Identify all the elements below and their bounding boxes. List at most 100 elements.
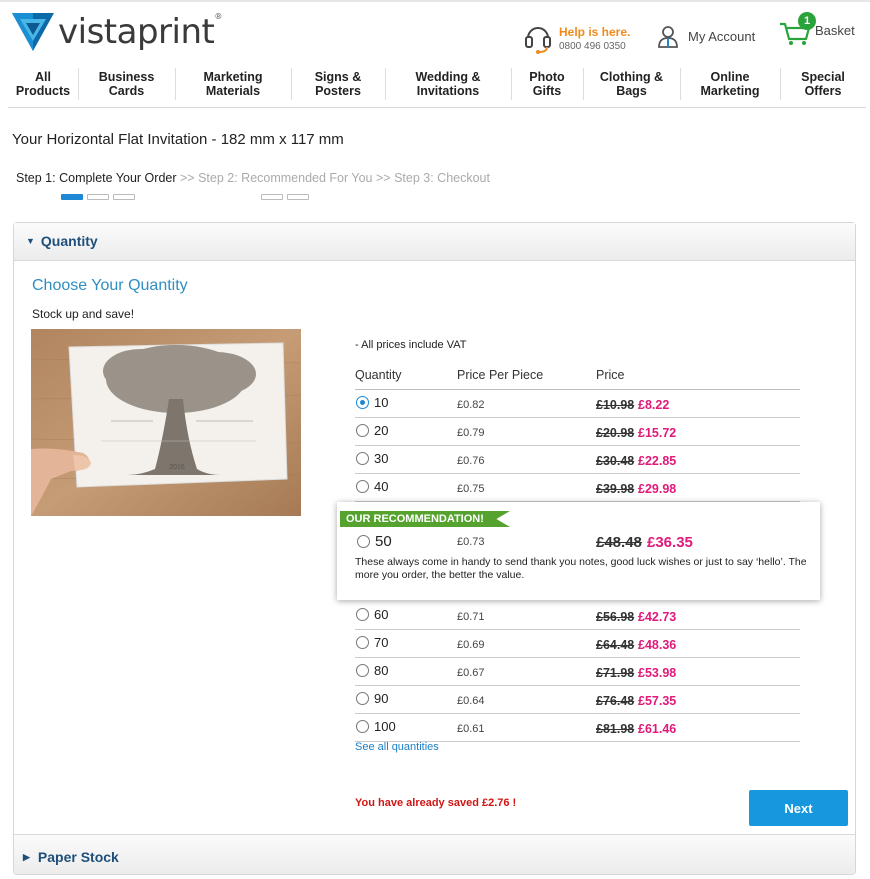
basket-count-badge: 1	[798, 12, 816, 30]
row-qty: 40	[374, 479, 389, 494]
quantity-row-70[interactable]: 70 £0.69 £64.48 £48.36	[355, 630, 800, 658]
help-phone: 0800 496 0350	[559, 40, 626, 52]
recommendation-tag: OUR RECOMMENDATION!	[340, 511, 510, 527]
progress-segment	[61, 194, 83, 200]
nav-item-online-marketing[interactable]: Online Marketing	[680, 66, 780, 102]
quantity-radio[interactable]	[356, 452, 369, 465]
row-qty: 20	[374, 423, 389, 438]
nav-item-wedding-invitations[interactable]: Wedding & Invitations	[385, 66, 511, 102]
recommendation-box[interactable]: OUR RECOMMENDATION! 50 £0.73 £48.48 £36.…	[337, 502, 820, 600]
progress-segment	[87, 194, 109, 200]
step-separator: >>	[376, 171, 391, 185]
row-old-price: £76.48	[596, 694, 635, 708]
step-2-label: Step 2: Recommended For You	[198, 171, 373, 185]
quantity-radio[interactable]	[357, 535, 370, 548]
row-price-per-piece: £0.82	[457, 399, 485, 411]
my-account-link[interactable]: My Account	[656, 24, 755, 48]
recommendation-old-price: £48.48	[596, 534, 642, 551]
quantity-row-30[interactable]: 30 £0.76 £30.48 £22.85	[355, 446, 800, 474]
next-button[interactable]: Next	[749, 790, 848, 826]
row-old-price: £71.98	[596, 666, 635, 680]
step-1-label: Step 1: Complete Your Order	[16, 171, 177, 185]
row-old-price: £64.48	[596, 638, 635, 652]
quantity-radio[interactable]	[356, 424, 369, 437]
row-new-price: £8.22	[638, 398, 670, 412]
quantity-row-40[interactable]: 40 £0.75 £39.98 £29.98	[355, 474, 800, 502]
quantity-radio-selected[interactable]	[356, 396, 369, 409]
step-1-progress	[61, 194, 135, 200]
price-table-header: Quantity Price Per Piece Price	[355, 366, 800, 390]
quantity-radio[interactable]	[356, 720, 369, 733]
help-title: Help is here.	[559, 24, 631, 39]
row-qty: 100	[374, 719, 396, 734]
progress-segment	[113, 194, 135, 200]
card-year-text: 2016	[169, 464, 185, 471]
paper-stock-section-title: Paper Stock	[37, 849, 119, 865]
row-qty: 30	[374, 451, 389, 466]
row-price-per-piece: £0.67	[457, 667, 485, 679]
row-old-price: £39.98	[596, 482, 635, 496]
quantity-radio[interactable]	[356, 636, 369, 649]
quantity-radio[interactable]	[356, 664, 369, 677]
row-new-price: £29.98	[638, 482, 677, 496]
quantity-radio[interactable]	[356, 608, 369, 621]
quantity-row-90[interactable]: 90 £0.64 £76.48 £57.35	[355, 686, 800, 714]
row-qty: 80	[374, 663, 389, 678]
row-price-per-piece: £0.64	[457, 695, 485, 707]
row-price-per-piece: £0.61	[457, 723, 485, 735]
step-2-progress	[261, 194, 309, 200]
header-price-per-piece: Price Per Piece	[457, 368, 544, 382]
step-3-label: Step 3: Checkout	[394, 171, 490, 185]
nav-item-signs-posters[interactable]: Signs & Posters	[291, 66, 385, 102]
vistaprint-logo[interactable]: vistaprint®	[12, 12, 222, 52]
quantity-radio[interactable]	[356, 692, 369, 705]
nav-item-business-cards[interactable]: Business Cards	[78, 66, 175, 102]
basket-link[interactable]: 1 Basket	[778, 12, 855, 46]
choose-quantity-title: Choose Your Quantity	[32, 277, 188, 294]
recommendation-description: These always come in handy to send thank…	[355, 556, 807, 581]
quantity-row-100[interactable]: 100 £0.61 £81.98 £61.46	[355, 714, 800, 742]
row-qty: 70	[374, 635, 389, 650]
quantity-section-title: Quantity	[40, 233, 98, 249]
quantity-row-80[interactable]: 80 £0.67 £71.98 £53.98	[355, 658, 800, 686]
stock-up-text: Stock up and save!	[32, 307, 135, 321]
nav-item-all-products[interactable]: All Products	[8, 66, 78, 102]
row-old-price: £56.98	[596, 610, 635, 624]
recommendation-qty: 50	[375, 533, 392, 550]
row-old-price: £10.98	[596, 398, 635, 412]
recommendation-new-price: £36.35	[647, 534, 693, 551]
my-account-label: My Account	[688, 28, 756, 44]
progress-segment	[261, 194, 283, 200]
row-qty: 60	[374, 607, 389, 622]
row-price-per-piece: £0.71	[457, 611, 485, 623]
help-section[interactable]: Help is here. 0800 496 0350	[524, 22, 630, 54]
page: vistaprint® Help is here. 0800 496 0350 …	[0, 0, 870, 879]
row-price-per-piece: £0.76	[457, 455, 485, 467]
nav-item-special-offers[interactable]: Special Offers	[780, 66, 866, 102]
see-all-quantities-link[interactable]: See all quantities	[355, 741, 439, 753]
quantity-radio[interactable]	[356, 480, 369, 493]
row-new-price: £42.73	[638, 610, 677, 624]
header-price: Price	[596, 368, 625, 382]
logo-text: vistaprint®	[58, 12, 222, 52]
row-qty: 90	[374, 691, 389, 706]
row-new-price: £57.35	[638, 694, 677, 708]
row-old-price: £30.48	[596, 454, 635, 468]
basket-icon: 1	[778, 12, 816, 46]
nav-item-photo-gifts[interactable]: Photo Gifts	[511, 66, 583, 102]
savings-message: You have already saved £2.76 !	[355, 797, 517, 809]
row-qty: 10	[374, 395, 389, 410]
paper-stock-section-header[interactable]: ▶ Paper Stock	[14, 834, 855, 874]
quantity-section-header[interactable]: ▼ Quantity	[14, 223, 855, 261]
quantity-row-60[interactable]: 60 £0.71 £56.98 £42.73	[355, 602, 800, 630]
caret-down-icon: ▼	[26, 236, 35, 246]
quantity-row-10[interactable]: 10 £0.82 £10.98 £8.22	[355, 390, 800, 418]
row-new-price: £22.85	[638, 454, 677, 468]
row-price-per-piece: £0.79	[457, 427, 485, 439]
quantity-row-20[interactable]: 20 £0.79 £20.98 £15.72	[355, 418, 800, 446]
nav-item-marketing-materials[interactable]: Marketing Materials	[175, 66, 291, 102]
row-new-price: £61.46	[638, 722, 677, 736]
site-header: vistaprint® Help is here. 0800 496 0350 …	[0, 0, 870, 62]
nav-item-clothing-bags[interactable]: Clothing & Bags	[583, 66, 680, 102]
main-nav: All Products Business Cards Marketing Mater…	[8, 66, 866, 108]
